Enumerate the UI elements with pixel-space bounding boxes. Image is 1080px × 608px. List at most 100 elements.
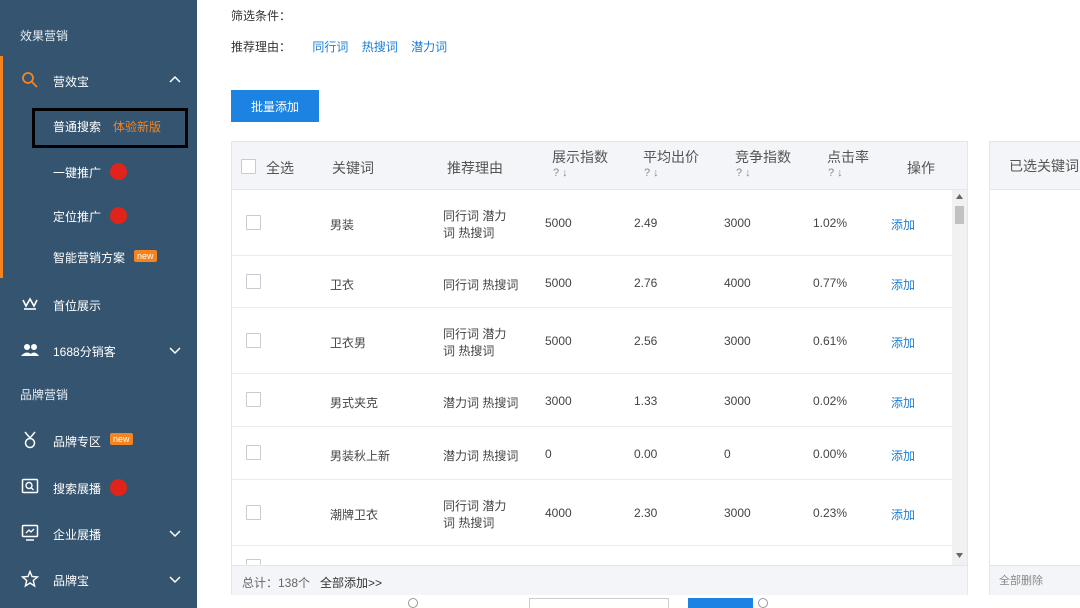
add-keyword-link[interactable]: 添加 <box>891 216 915 233</box>
scroll-up-icon[interactable] <box>956 194 963 199</box>
add-keyword-link[interactable]: 添加 <box>891 447 915 464</box>
reason-cell-line2: 词 热搜词 <box>443 344 495 358</box>
total-count: 总计：138个 <box>242 576 311 590</box>
header-competition[interactable]: 竞争指数 <box>735 147 791 167</box>
competition-cell: 4000 <box>724 276 751 290</box>
sidebar: 效果营销 营效宝 普通搜索 体验新版 一键推广 定位推广 智能营销方案 new … <box>0 0 197 608</box>
keyword-cell: 男式夹克 <box>330 396 379 410</box>
crown-icon <box>20 294 40 314</box>
sidebar-subitem-smart-plan[interactable]: 智能营销方案 new <box>0 248 197 266</box>
medal-icon <box>20 430 40 450</box>
sidebar-item-search-display[interactable]: 搜索展播 <box>0 475 197 499</box>
table-header: 全选 关键词 推荐理由 展示指数 ? ↓ 平均出价 ? ↓ 竞争指数 ? ↓ 点… <box>232 142 967 190</box>
chevron-down-icon <box>169 576 181 584</box>
header-impressions[interactable]: 展示指数 <box>552 147 608 167</box>
table-scrollbar[interactable] <box>952 190 967 565</box>
header-action: 操作 <box>907 160 935 176</box>
header-avg-bid[interactable]: 平均出价 <box>643 147 699 167</box>
sidebar-item-distributor[interactable]: 1688分销客 <box>0 338 197 362</box>
reason-cell: 同行词 热搜词 <box>443 278 519 292</box>
keyword-cell: 卫衣 <box>330 278 355 292</box>
competition-cell: 3000 <box>724 394 751 408</box>
sort-help-icon[interactable]: ? ↓ <box>828 167 843 179</box>
ctr-cell: 0.61% <box>813 334 848 348</box>
pager-input[interactable] <box>529 598 669 608</box>
sort-help-icon[interactable]: ? ↓ <box>736 167 751 179</box>
scroll-down-icon[interactable] <box>956 553 963 558</box>
add-keyword-link[interactable]: 添加 <box>891 394 915 411</box>
sort-help-icon[interactable]: ? ↓ <box>644 167 659 179</box>
reason-cell-line2: 词 热搜词 <box>443 226 495 240</box>
new-badge: new <box>110 433 133 445</box>
row-checkbox[interactable] <box>246 333 261 348</box>
add-keyword-link[interactable]: 添加 <box>891 334 915 351</box>
row-checkbox[interactable] <box>246 274 261 289</box>
table-row: 卫衣男 同行词 潜力 词 热搜词 5000 2.56 3000 0.61% 添加 <box>232 308 952 374</box>
sidebar-subitem-targeting[interactable]: 定位推广 <box>0 206 197 226</box>
new-badge: new <box>134 250 157 262</box>
impressions-cell: 3000 <box>545 394 572 408</box>
filter-label: 筛选条件： <box>231 9 292 23</box>
header-ctr[interactable]: 点击率 <box>827 147 869 167</box>
clear-all-link[interactable]: 全部删除 <box>990 565 1080 595</box>
reason-cell-line2: 词 热搜词 <box>443 516 495 530</box>
search-screen-icon <box>20 477 40 497</box>
reason-cell: 同行词 潜力 <box>443 499 507 513</box>
impressions-cell: 5000 <box>545 216 572 230</box>
row-checkbox[interactable] <box>246 392 261 407</box>
batch-add-button[interactable]: 批量添加 <box>231 90 319 122</box>
bid-cell: 2.56 <box>634 334 658 348</box>
sidebar-item-brand-bao[interactable]: 品牌宝 <box>0 567 197 591</box>
impressions-cell: 0 <box>545 447 552 461</box>
table-row: 男式夹克 潜力词 热搜词 3000 1.33 3000 0.02% 添加 <box>232 374 952 427</box>
row-checkbox[interactable] <box>246 445 261 460</box>
chevron-down-icon <box>169 530 181 538</box>
sidebar-item-enterprise-display[interactable]: 企业展播 <box>0 521 197 545</box>
search-icon <box>20 70 40 90</box>
keyword-cell: 卫衣男 <box>330 336 367 350</box>
sidebar-item-brand-zone[interactable]: 品牌专区 new <box>0 428 197 452</box>
row-checkbox[interactable] <box>246 505 261 520</box>
reason-label: 推荐理由： <box>231 40 292 54</box>
bid-cell: 1.33 <box>634 394 658 408</box>
star-badge-icon <box>20 569 40 589</box>
keyword-table: 全选 关键词 推荐理由 展示指数 ? ↓ 平均出价 ? ↓ 竞争指数 ? ↓ 点… <box>231 141 968 595</box>
reason-cell: 同行词 潜力 <box>443 209 507 223</box>
table-row: 男装秋上新 潜力词 热搜词 0 0.00 0 0.00% 添加 <box>232 427 952 480</box>
sidebar-subitem-one-click[interactable]: 一键推广 <box>0 162 197 182</box>
sort-help-icon[interactable]: ? ↓ <box>553 167 568 179</box>
reason-filter-hot[interactable]: 热搜词 <box>362 40 398 54</box>
add-keyword-link[interactable]: 添加 <box>891 506 915 523</box>
reason-filter-potential[interactable]: 潜力词 <box>411 40 447 54</box>
selected-keywords-title: 已选关键词 <box>990 142 1080 190</box>
sidebar-subitem-normal-search[interactable]: 普通搜索 体验新版 <box>0 117 197 135</box>
pager-help-icon[interactable] <box>758 598 768 608</box>
try-new-version-link[interactable]: 体验新版 <box>113 118 161 135</box>
bid-cell: 2.76 <box>634 276 658 290</box>
reason-filter-row: 推荐理由： 同行词 热搜词 潜力词 <box>231 38 447 55</box>
table-row: 卫衣 同行词 热搜词 5000 2.76 4000 0.77% 添加 <box>232 256 952 308</box>
ctr-cell: 0.02% <box>813 394 848 408</box>
select-all-checkbox[interactable] <box>241 159 256 174</box>
reason-cell: 潜力词 热搜词 <box>443 396 519 410</box>
row-checkbox[interactable] <box>246 215 261 230</box>
add-all-link[interactable]: 全部添加>> <box>320 574 382 591</box>
hot-badge-icon <box>110 207 127 224</box>
add-keyword-link[interactable]: 添加 <box>891 276 915 293</box>
table-row: 男装 同行词 潜力 词 热搜词 5000 2.49 3000 1.02% 添加 <box>232 190 952 256</box>
header-keyword: 关键词 <box>332 160 374 176</box>
sidebar-item-yingxiaobao[interactable]: 营效宝 <box>0 68 197 92</box>
hot-badge-icon <box>110 163 127 180</box>
reason-cell: 同行词 潜力 <box>443 327 507 341</box>
scroll-thumb[interactable] <box>955 206 964 224</box>
pager-button[interactable] <box>688 598 753 608</box>
ctr-cell: 0.23% <box>813 506 848 520</box>
chevron-down-icon <box>169 347 181 355</box>
main-content: 筛选条件： 推荐理由： 同行词 热搜词 潜力词 批量添加 全选 关键词 推荐理由… <box>197 0 1080 608</box>
reason-filter-peer[interactable]: 同行词 <box>312 40 348 54</box>
chevron-up-icon <box>169 75 181 83</box>
table-row: 潮牌卫衣 同行词 潜力 词 热搜词 4000 2.30 3000 0.23% 添… <box>232 480 952 546</box>
sidebar-item-top-display[interactable]: 首位展示 <box>0 292 197 316</box>
bid-cell: 2.30 <box>634 506 658 520</box>
pager-radio[interactable] <box>408 598 418 608</box>
